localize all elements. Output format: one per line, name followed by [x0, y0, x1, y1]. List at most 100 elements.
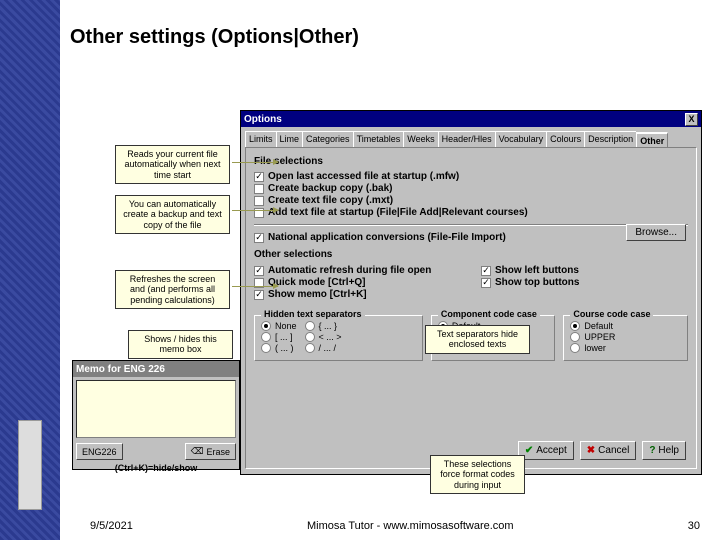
arrow [232, 286, 278, 287]
checkbox-item[interactable]: Create backup copy (.bak) [254, 183, 688, 194]
radio-item[interactable]: UPPER [570, 332, 681, 342]
check-icon: ✔ [525, 445, 533, 456]
memo-window: Memo for ENG 226 ENG226 ⌫Erase (Ctrl+K)=… [72, 360, 240, 470]
radio-label: lower [584, 343, 606, 353]
eraser-icon: ⌫ [191, 446, 204, 457]
checkbox-label: Create backup copy (.bak) [268, 183, 392, 194]
tab-vocab[interactable]: Vocabulary [495, 131, 548, 147]
checkbox-item[interactable]: Add text file at startup (File|File Add|… [254, 207, 688, 218]
options-dialog: Options X Limits Lime Categories Timetab… [240, 110, 702, 475]
dialog-titlebar: Options X [241, 111, 701, 127]
radio-icon [305, 332, 315, 342]
dialog-title: Options [244, 114, 282, 125]
checkbox-icon [481, 266, 491, 276]
radio-item[interactable]: Default [570, 321, 681, 331]
radio-icon [305, 321, 315, 331]
radio-icon [261, 332, 271, 342]
tab-limits[interactable]: Limits [245, 131, 277, 147]
checkbox-label: Show left buttons [495, 265, 579, 276]
callout-separators: Text separators hide enclosed texts [425, 325, 530, 354]
tab-weeks[interactable]: Weeks [403, 131, 438, 147]
arrow [232, 162, 278, 163]
tab-categories[interactable]: Categories [302, 131, 354, 147]
tab-desc[interactable]: Description [584, 131, 637, 147]
radio-label: ( ... ) [275, 343, 294, 353]
radio-icon [570, 332, 580, 342]
radio-item[interactable]: lower [570, 343, 681, 353]
radio-icon [305, 343, 315, 353]
callout-format-codes: These selections force format codes duri… [430, 455, 525, 494]
radio-item[interactable]: None [261, 321, 297, 331]
tab-panel-other: File selections Open last accessed file … [245, 147, 697, 469]
x-icon: ✖ [587, 445, 595, 456]
radio-item[interactable]: { ... } [305, 321, 342, 331]
checkbox-label: Show top buttons [495, 277, 579, 288]
callout-backup: You can automatically create a backup an… [115, 195, 230, 234]
checkbox-label: Add text file at startup (File|File Add|… [268, 207, 528, 218]
memo-erase-button[interactable]: ⌫Erase [185, 443, 236, 460]
radio-label: Default [584, 321, 613, 331]
tab-header[interactable]: Header/Hles [438, 131, 496, 147]
radio-icon [261, 321, 271, 331]
radio-item[interactable]: [ ... ] [261, 332, 297, 342]
separator [254, 224, 688, 226]
checkbox-label: Automatic refresh during file open [268, 265, 431, 276]
logo-block [18, 420, 42, 510]
checkbox-icon [254, 196, 264, 206]
checkbox-icon [254, 266, 264, 276]
footer-date: 9/5/2021 [90, 520, 133, 532]
callout-reads-file: Reads your current file automatically wh… [115, 145, 230, 184]
slide-side-texture [0, 0, 60, 540]
slide-title: Other settings (Options|Other) [70, 26, 700, 49]
cancel-button[interactable]: ✖Cancel [580, 441, 637, 460]
radio-icon [570, 343, 580, 353]
checkbox-icon [254, 290, 264, 300]
checkbox-item[interactable]: Show top buttons [481, 277, 688, 288]
arrow [232, 210, 278, 211]
radio-label: None [275, 321, 297, 331]
radio-item[interactable]: < ... > [305, 332, 342, 342]
tab-colours[interactable]: Colours [546, 131, 585, 147]
radio-icon [261, 343, 271, 353]
radio-label: / ... / [319, 343, 337, 353]
help-button[interactable]: ?Help [642, 441, 686, 460]
browse-button[interactable]: Browse... [626, 224, 686, 241]
tab-strip: Limits Lime Categories Timetables Weeks … [245, 131, 697, 147]
course-case-group: Course code case DefaultUPPERlower [563, 315, 688, 361]
checkbox-item[interactable]: Open last accessed file at startup (.mfw… [254, 171, 688, 182]
tab-timetables[interactable]: Timetables [353, 131, 405, 147]
tab-other[interactable]: Other [636, 132, 668, 148]
radio-label: [ ... ] [275, 332, 293, 342]
footer-page: 30 [688, 520, 700, 532]
checkbox-icon [254, 233, 264, 243]
checkbox-label: Open last accessed file at startup (.mfw… [268, 171, 459, 182]
checkbox-item[interactable]: Quick mode [Ctrl+Q] [254, 277, 461, 288]
radio-label: < ... > [319, 332, 342, 342]
memo-code-button[interactable]: ENG226 [76, 443, 123, 460]
slide-footer: 9/5/2021 Mimosa Tutor - www.mimosasoftwa… [90, 520, 700, 532]
other-selections-label: Other selections [254, 249, 688, 260]
accept-button[interactable]: ✔Accept [518, 441, 574, 460]
radio-item[interactable]: / ... / [305, 343, 342, 353]
checkbox-label: Show memo [Ctrl+K] [268, 289, 367, 300]
checkbox-item[interactable]: Automatic refresh during file open [254, 265, 461, 276]
checkbox-icon [254, 184, 264, 194]
radio-item[interactable]: ( ... ) [261, 343, 297, 353]
close-button[interactable]: X [685, 113, 698, 126]
file-selections-label: File selections [254, 156, 688, 167]
callout-memo: Shows / hides this memo box [128, 330, 233, 359]
national-conv-checkbox[interactable]: National application conversions (File-F… [254, 232, 688, 243]
memo-titlebar: Memo for ENG 226 [73, 361, 239, 377]
memo-body[interactable] [76, 380, 236, 438]
checkbox-item[interactable]: Create text file copy (.mxt) [254, 195, 688, 206]
dialog-button-row: ✔Accept ✖Cancel ?Help [518, 441, 686, 460]
tab-lime[interactable]: Lime [276, 131, 304, 147]
checkbox-icon [254, 172, 264, 182]
checkbox-label: Quick mode [Ctrl+Q] [268, 277, 366, 288]
checkbox-icon [254, 208, 264, 218]
checkbox-item[interactable]: Show left buttons [481, 265, 688, 276]
hidden-separators-group: Hidden text separators None[ ... ]( ... … [254, 315, 423, 361]
radio-label: UPPER [584, 332, 615, 342]
checkbox-item[interactable]: Show memo [Ctrl+K] [254, 289, 461, 300]
memo-hint: (Ctrl+K)=hide/show [73, 462, 239, 474]
